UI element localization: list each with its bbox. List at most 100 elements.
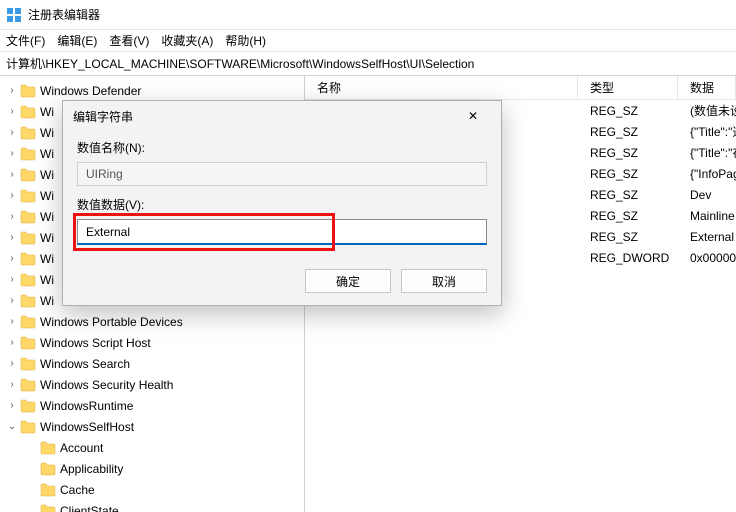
cell-type: REG_SZ [578, 167, 678, 181]
folder-icon [20, 315, 36, 329]
tree-item-label: WindowsRuntime [40, 399, 133, 413]
col-header-name[interactable]: 名称 [305, 76, 578, 99]
dialog-titlebar: 编辑字符串 ✕ [63, 101, 501, 131]
tree-item-label: Windows Portable Devices [40, 315, 183, 329]
tree-item-label: Cache [60, 483, 95, 497]
folder-icon [20, 420, 36, 434]
tree-item-label: Wi [40, 126, 54, 140]
value-data-input[interactable] [77, 219, 487, 245]
chevron-right-icon[interactable]: › [6, 148, 18, 159]
folder-icon [20, 147, 36, 161]
folder-icon [40, 441, 56, 455]
tree-item[interactable]: ⌄ WindowsSelfHost [0, 416, 304, 437]
menu-edit[interactable]: 编辑(E) [57, 32, 97, 49]
chevron-right-icon[interactable]: › [6, 169, 18, 180]
folder-icon [20, 231, 36, 245]
folder-icon [20, 168, 36, 182]
cell-data: (数值未设 [678, 102, 736, 119]
cell-data: Dev [678, 188, 736, 202]
folder-icon [20, 84, 36, 98]
folder-icon [20, 210, 36, 224]
cell-data: 0x000000 [678, 251, 736, 265]
chevron-right-icon[interactable]: › [6, 211, 18, 222]
tree-item-label: Wi [40, 210, 54, 224]
tree-item-label: Wi [40, 168, 54, 182]
value-name-field: UIRing [77, 162, 487, 186]
close-icon[interactable]: ✕ [455, 102, 491, 130]
tree-item-label: Windows Defender [40, 84, 141, 98]
tree-item[interactable]: › Windows Defender [0, 80, 304, 101]
cell-type: REG_SZ [578, 146, 678, 160]
cell-type: REG_SZ [578, 188, 678, 202]
tree-item-label: Wi [40, 105, 54, 119]
titlebar: 注册表编辑器 [0, 0, 736, 30]
chevron-right-icon[interactable]: › [6, 400, 18, 411]
tree-item-label: Account [60, 441, 103, 455]
chevron-right-icon[interactable]: › [6, 316, 18, 327]
chevron-right-icon[interactable]: › [6, 337, 18, 348]
cell-type: REG_SZ [578, 125, 678, 139]
chevron-right-icon[interactable]: › [6, 190, 18, 201]
tree-item[interactable]: › Windows Script Host [0, 332, 304, 353]
cell-type: REG_SZ [578, 209, 678, 223]
list-header: 名称 类型 数据 [305, 76, 736, 100]
folder-icon [20, 189, 36, 203]
folder-icon [20, 273, 36, 287]
tree-item-label: Windows Script Host [40, 336, 151, 350]
menu-favorites[interactable]: 收藏夹(A) [161, 32, 213, 49]
tree-item-label: Wi [40, 273, 54, 287]
menu-view[interactable]: 查看(V) [109, 32, 149, 49]
chevron-right-icon[interactable]: › [6, 295, 18, 306]
tree-item-label: Wi [40, 147, 54, 161]
value-data-label: 数值数据(V): [77, 196, 487, 213]
folder-icon [20, 399, 36, 413]
col-header-data[interactable]: 数据 [678, 76, 736, 99]
cell-data: {"InfoPag [678, 167, 736, 181]
chevron-right-icon[interactable]: › [6, 232, 18, 243]
tree-item[interactable]: Cache [0, 479, 304, 500]
cell-data: Mainline [678, 209, 736, 223]
tree-item[interactable]: Account [0, 437, 304, 458]
folder-icon [40, 504, 56, 512]
chevron-right-icon[interactable]: › [6, 358, 18, 369]
tree-item[interactable]: Applicability [0, 458, 304, 479]
addressbar [0, 52, 736, 76]
menu-file[interactable]: 文件(F) [6, 32, 45, 49]
tree-item-label: Applicability [60, 462, 123, 476]
chevron-right-icon[interactable]: › [6, 253, 18, 264]
folder-icon [20, 105, 36, 119]
tree-item-label: Wi [40, 231, 54, 245]
cell-data: {"Title":"选 [678, 123, 736, 140]
col-header-type[interactable]: 类型 [578, 76, 678, 99]
menu-help[interactable]: 帮助(H) [225, 32, 266, 49]
cell-type: REG_DWORD [578, 251, 678, 265]
cancel-button[interactable]: 取消 [401, 269, 487, 293]
folder-icon [20, 357, 36, 371]
chevron-right-icon[interactable]: › [6, 85, 18, 96]
chevron-right-icon[interactable]: › [6, 274, 18, 285]
tree-item-label: WindowsSelfHost [40, 420, 134, 434]
folder-icon [40, 462, 56, 476]
tree-item[interactable]: › Windows Search [0, 353, 304, 374]
app-icon [6, 7, 22, 23]
tree-item-label: Windows Security Health [40, 378, 173, 392]
menubar: 文件(F) 编辑(E) 查看(V) 收藏夹(A) 帮助(H) [0, 30, 736, 52]
cell-type: REG_SZ [578, 104, 678, 118]
ok-button[interactable]: 确定 [305, 269, 391, 293]
chevron-down-icon[interactable]: ⌄ [6, 421, 18, 432]
tree-item[interactable]: › WindowsRuntime [0, 395, 304, 416]
tree-item[interactable]: › Windows Security Health [0, 374, 304, 395]
folder-icon [20, 294, 36, 308]
chevron-right-icon[interactable]: › [6, 106, 18, 117]
tree-item[interactable]: ClientState [0, 500, 304, 512]
chevron-right-icon[interactable]: › [6, 127, 18, 138]
tree-item-label: Windows Search [40, 357, 130, 371]
chevron-right-icon[interactable]: › [6, 379, 18, 390]
folder-icon [40, 483, 56, 497]
tree-item[interactable]: › Windows Portable Devices [0, 311, 304, 332]
tree-item-label: Wi [40, 294, 54, 308]
cell-data: External [678, 230, 736, 244]
folder-icon [20, 336, 36, 350]
cell-data: {"Title":"在 [678, 144, 736, 161]
address-input[interactable] [6, 57, 736, 71]
